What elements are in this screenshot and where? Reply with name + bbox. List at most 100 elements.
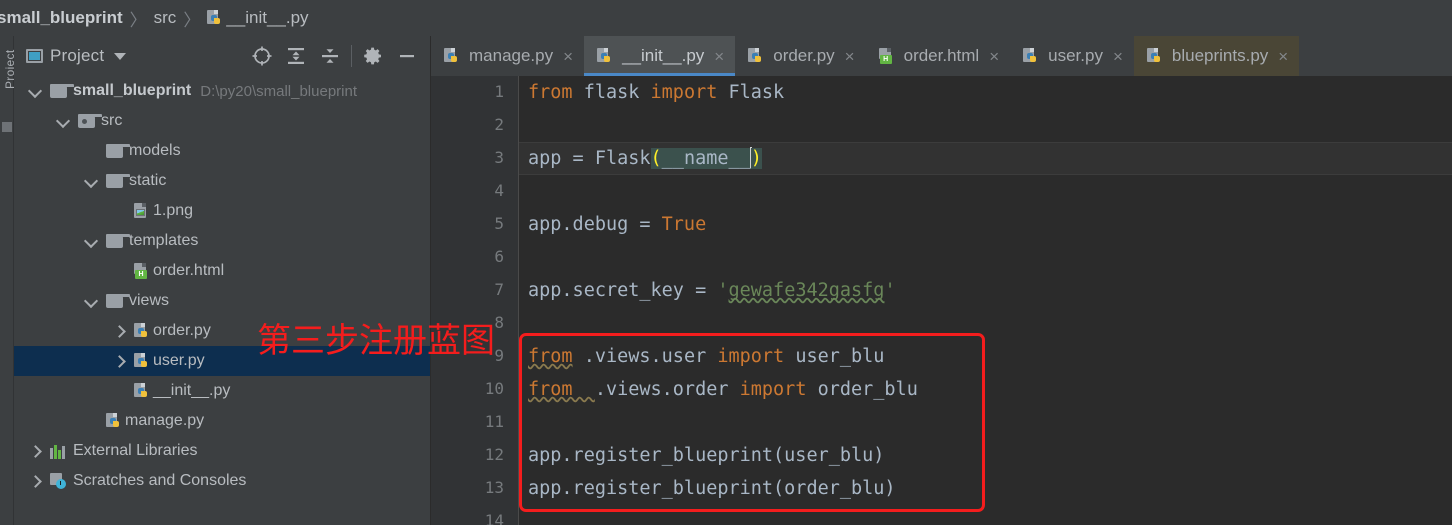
close-icon[interactable]: × <box>1113 48 1123 65</box>
editor-tab-label: order.py <box>773 46 835 65</box>
tree-item-label: manage.py <box>125 412 205 429</box>
close-icon[interactable]: × <box>845 48 855 65</box>
editor-tab-blueprints-py[interactable]: blueprints.py × <box>1133 36 1300 76</box>
chevron-down-icon[interactable] <box>84 295 97 308</box>
html-file-icon: H <box>134 263 149 279</box>
tree-item-manage-py[interactable]: manage.py <box>14 406 430 436</box>
gutter-line-number: 7 <box>494 280 504 299</box>
pycharm-window: small_blueprint 〉 src 〉 __init__.py Proj… <box>0 0 1452 525</box>
folder-icon <box>106 234 130 248</box>
code-line-5[interactable]: app.debug = True <box>528 208 1452 241</box>
gutter-line-number: 5 <box>494 214 504 233</box>
code-line-10[interactable]: from .views.order import order_blu <box>528 373 1452 406</box>
chevron-right-icon[interactable] <box>28 475 41 488</box>
tree-item-label: order.py <box>153 322 211 339</box>
code-line-1[interactable]: from flask import Flask <box>528 76 1452 109</box>
tree-item-models[interactable]: models <box>14 136 430 166</box>
code-line-14[interactable] <box>528 505 1452 525</box>
project-toolbar-icons <box>245 36 424 76</box>
tree-item-src[interactable]: src <box>14 106 430 136</box>
chevron-down-icon[interactable] <box>84 235 97 248</box>
code-line-8[interactable] <box>528 307 1452 340</box>
tree-item-scratches-and-consoles[interactable]: Scratches and Consoles <box>14 466 430 496</box>
code-line-9[interactable]: from .views.user import user_blu <box>528 340 1452 373</box>
code-line-4[interactable] <box>528 175 1452 208</box>
editor-tab-label: order.html <box>903 46 980 65</box>
code-line-12[interactable]: app.register_blueprint(user_blu) <box>528 439 1452 472</box>
code-line-2[interactable] <box>528 109 1452 142</box>
tree-item-external-libraries[interactable]: External Libraries <box>14 436 430 466</box>
editor-tab-label: __init__.py <box>622 46 705 65</box>
editor-tab-order-py[interactable]: order.py × <box>735 36 866 76</box>
editor-tab--init-py[interactable]: __init__.py × <box>584 36 736 76</box>
editor-tab-order-html[interactable]: Horder.html × <box>865 36 1011 76</box>
select-opened-file-icon[interactable] <box>245 39 279 73</box>
collapse-all-icon[interactable] <box>313 39 347 73</box>
close-icon[interactable]: × <box>714 48 724 65</box>
gutter-line-number: 4 <box>494 181 504 200</box>
expand-all-icon[interactable] <box>279 39 313 73</box>
folder-icon <box>106 144 130 158</box>
folder-icon <box>106 174 130 188</box>
breadcrumb-item-file[interactable]: __init__.py <box>207 8 309 28</box>
code-content[interactable]: from flask import Flask app = Flask(__na… <box>519 76 1452 525</box>
gutter-line-number: 2 <box>494 115 504 134</box>
tree-item-order-html[interactable]: Horder.html <box>14 256 430 286</box>
editor-area: manage.py × __init__.py × order.py × Horder.ht… <box>431 36 1452 525</box>
tree-item-views[interactable]: views <box>14 286 430 316</box>
editor-tab-user-py[interactable]: user.py × <box>1010 36 1134 76</box>
code-line-6[interactable] <box>528 241 1452 274</box>
tree-item-templates[interactable]: templates <box>14 226 430 256</box>
tree-item-label: views <box>129 292 170 309</box>
tree-item-static[interactable]: static <box>14 166 430 196</box>
close-icon[interactable]: × <box>1278 48 1288 65</box>
code-line-13[interactable]: app.register_blueprint(order_blu) <box>528 472 1452 505</box>
tree-item-label: __init__.py <box>153 382 231 399</box>
python-file-icon <box>597 48 612 64</box>
chevron-down-icon[interactable] <box>28 85 41 98</box>
tree-item-small-blueprint[interactable]: small_blueprint D:\py20\small_blueprint <box>14 76 430 106</box>
scratches-icon <box>50 473 67 489</box>
python-file-icon <box>106 413 121 429</box>
chevron-down-icon[interactable] <box>84 175 97 188</box>
tree-item-1-png[interactable]: 1.png <box>14 196 430 226</box>
gutter-line-number: 6 <box>494 247 504 266</box>
tree-item-label: small_blueprint <box>73 82 192 99</box>
tree-item--init-py[interactable]: __init__.py <box>14 376 430 406</box>
python-file-icon <box>134 353 149 369</box>
editor-tab-label: user.py <box>1048 46 1103 65</box>
editor-tab-bar: manage.py × __init__.py × order.py × Horder.ht… <box>431 36 1452 76</box>
chevron-right-icon[interactable] <box>112 355 125 368</box>
hide-icon[interactable] <box>390 39 424 73</box>
close-icon[interactable]: × <box>563 48 573 65</box>
chevron-right-icon[interactable] <box>28 445 41 458</box>
editor-tab-manage-py[interactable]: manage.py × <box>431 36 585 76</box>
python-file-icon <box>444 48 459 64</box>
tree-item-label: Scratches and Consoles <box>73 472 247 489</box>
tree-item-label: models <box>129 142 181 159</box>
chevron-right-icon[interactable] <box>112 325 125 338</box>
close-icon[interactable]: × <box>989 48 999 65</box>
code-line-7[interactable]: app.secret_key = 'gewafe342gasfg' <box>528 274 1452 307</box>
editor-tab-label: blueprints.py <box>1171 46 1269 65</box>
code-line-3[interactable]: app = Flask(__name__) <box>528 142 1452 175</box>
code-editor[interactable]: 1 2 3 4 5 6 7 8 9 10 11 12 13 14 from flask import Fl… <box>431 76 1452 525</box>
project-title-group[interactable]: Project <box>14 46 127 66</box>
source-folder-icon <box>78 114 102 128</box>
tree-item-path: D:\py20\small_blueprint <box>200 82 357 100</box>
libraries-icon <box>50 444 67 459</box>
gear-icon[interactable] <box>356 39 390 73</box>
tree-item-label: order.html <box>153 262 225 279</box>
breadcrumb-item-project[interactable]: small_blueprint <box>0 8 123 28</box>
breadcrumb-separator: 〉 <box>129 10 147 30</box>
tree-item-label: External Libraries <box>73 442 198 459</box>
chevron-down-icon[interactable] <box>56 115 69 128</box>
python-file-icon <box>1023 48 1038 64</box>
code-line-11[interactable] <box>528 406 1452 439</box>
breadcrumb-item-src[interactable]: src <box>154 8 177 28</box>
chevron-down-icon[interactable] <box>114 52 127 60</box>
